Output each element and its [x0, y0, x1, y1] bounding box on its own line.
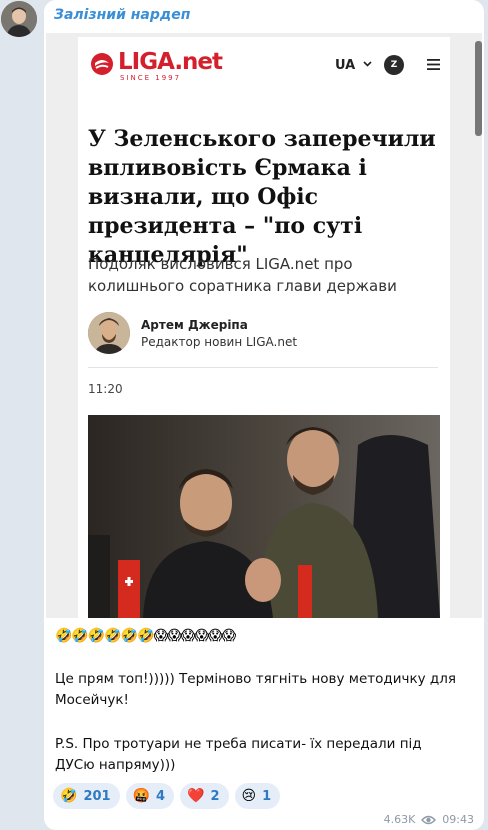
author-role: Редактор новин LIGA.net: [141, 335, 298, 349]
message-meta: 4.63K 09:43: [384, 813, 474, 826]
message-time: 09:43: [442, 813, 474, 826]
message-bubble: Залізний нардеп LIGA.net SINCE 1997 UA Z: [44, 0, 484, 830]
message-photo[interactable]: LIGA.net SINCE 1997 UA Z У Зеленського з…: [46, 33, 482, 618]
author-name: Артем Джеріпа: [141, 318, 248, 332]
author-avatar: [88, 312, 130, 354]
logo-text: LIGA.net: [118, 49, 223, 75]
liga-logo-icon: [91, 53, 113, 75]
message-paragraph-1: Це прям топ!))))) Терміново тягніть нову…: [55, 671, 457, 708]
reaction-emoji: 🤣: [60, 788, 78, 804]
reaction-heart[interactable]: ❤️ 2: [180, 783, 229, 809]
reaction-count: 2: [210, 788, 220, 804]
reaction-emoji: 🤬: [132, 788, 151, 804]
chevron-down-icon: [363, 61, 372, 67]
reaction-count: 4: [156, 788, 166, 804]
views-count: 4.63K: [383, 813, 416, 826]
news-photo: [88, 415, 440, 618]
eye-icon: [421, 815, 437, 824]
article-time: 11:20: [88, 382, 123, 396]
reaction-sad[interactable]: 😢 1: [234, 783, 281, 809]
reaction-count: 1: [262, 788, 272, 804]
language-selector: UA: [335, 58, 356, 73]
logo-since: SINCE 1997: [120, 74, 182, 82]
reaction-count: 201: [83, 788, 111, 804]
account-button: Z: [384, 55, 404, 75]
reaction-emoji: ❤️: [187, 788, 205, 804]
divider: [88, 367, 438, 368]
article-subheadline: Подоляк висловився LIGA.net про колишньо…: [88, 255, 397, 295]
menu-icon: [427, 59, 440, 70]
reaction-angry[interactable]: 🤬 4: [125, 783, 175, 809]
reaction-rofl[interactable]: 🤣 201: [53, 783, 120, 809]
message-paragraph-2: P.S. Про тротуари не треба писати- їх пе…: [55, 736, 422, 773]
channel-name[interactable]: Залізний нардеп: [54, 7, 190, 23]
scrollbar: [475, 41, 482, 136]
emoji-line: 🤣🤣🤣🤣🤣🤣😱😱😱😱😱😱: [55, 628, 236, 644]
article-headline: У Зеленського заперечили впливовість Єрм…: [88, 126, 436, 268]
channel-avatar[interactable]: [1, 1, 37, 37]
reactions-bar: 🤣 201 🤬 4 ❤️ 2 😢 1: [53, 783, 281, 809]
reaction-emoji: 😢: [241, 788, 257, 804]
article-screenshot: LIGA.net SINCE 1997 UA Z У Зеленського з…: [78, 37, 450, 618]
